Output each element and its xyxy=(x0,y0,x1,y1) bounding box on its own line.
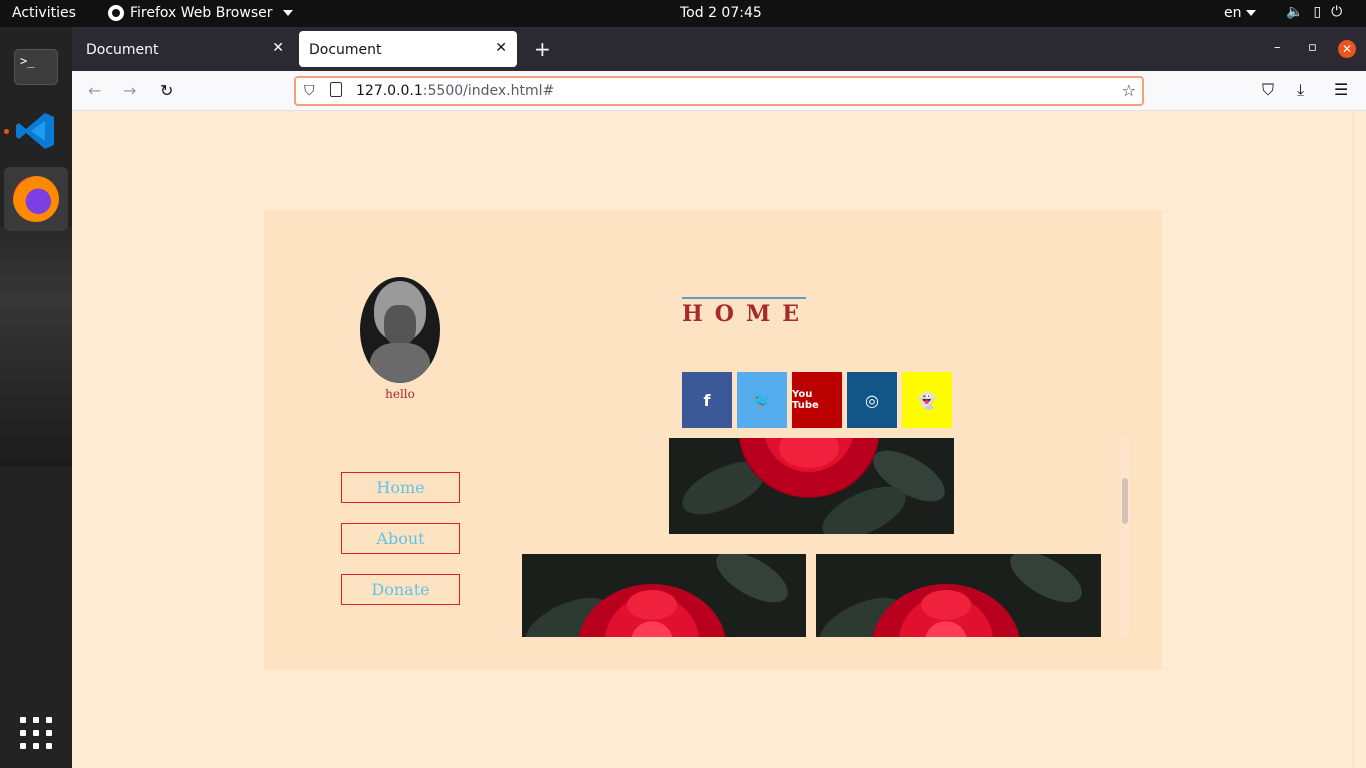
firefox-small-icon xyxy=(108,5,124,21)
dock-firefox[interactable] xyxy=(4,167,68,231)
browser-window: Document ✕ Document ✕ + – ▫ ✕ ← → ↻ ⛉ 12… xyxy=(72,27,1366,768)
system-top-bar: Activities Firefox Web Browser Tod 2 07:… xyxy=(0,0,1366,27)
facebook-icon[interactable]: f xyxy=(682,372,732,428)
scrollbar-thumb[interactable] xyxy=(1122,478,1128,524)
image-gallery[interactable] xyxy=(522,438,1129,637)
forward-button[interactable]: → xyxy=(123,81,136,100)
system-tray[interactable]: 🔈 ▯ ⏻ xyxy=(1286,4,1342,20)
url-bar[interactable]: ⛉ 127.0.0.1:5500/index.html# ☆ xyxy=(294,76,1144,106)
dock: >_ xyxy=(0,27,72,768)
close-icon[interactable]: ✕ xyxy=(495,40,507,56)
profile-caption: hello xyxy=(385,387,415,401)
page-icon[interactable] xyxy=(330,82,342,97)
snapchat-icon[interactable]: 👻 xyxy=(902,372,952,428)
maximize-button[interactable]: ▫ xyxy=(1308,40,1317,55)
new-tab-button[interactable]: + xyxy=(534,37,551,61)
avatar-body xyxy=(370,343,430,383)
tab-document-1[interactable]: Document ✕ xyxy=(76,31,294,67)
dock-terminal[interactable]: >_ xyxy=(4,35,68,99)
nav-link-home[interactable]: Home xyxy=(341,472,460,503)
bookmark-star-icon[interactable]: ☆ xyxy=(1122,81,1136,100)
avatar-face xyxy=(384,305,416,345)
navigation-toolbar: ← → ↻ ⛉ 127.0.0.1:5500/index.html# ☆ ⛉ ⤓… xyxy=(72,71,1366,111)
nav-link-donate[interactable]: Donate xyxy=(341,574,460,605)
battery-icon: ▯ xyxy=(1313,4,1322,20)
show-apps-icon[interactable] xyxy=(20,717,52,749)
minimize-button[interactable]: – xyxy=(1274,40,1281,55)
rose-image xyxy=(522,554,806,637)
page-title: HOME xyxy=(682,297,806,327)
twitter-icon[interactable]: 🐦 xyxy=(737,372,787,428)
clock[interactable]: Tod 2 07:45 xyxy=(680,5,762,21)
tab-strip: Document ✕ Document ✕ + – ▫ ✕ xyxy=(72,27,1366,71)
content-card: hello Home About Donate HOME f 🐦 You Tub… xyxy=(264,210,1162,670)
terminal-icon: >_ xyxy=(14,49,58,85)
back-button[interactable]: ← xyxy=(88,81,101,100)
chevron-down-icon xyxy=(282,10,293,16)
page-viewport: hello Home About Donate HOME f 🐦 You Tub… xyxy=(72,111,1353,768)
reload-button[interactable]: ↻ xyxy=(160,81,173,100)
firefox-icon xyxy=(13,176,59,222)
activities-button[interactable]: Activities xyxy=(12,5,76,21)
instagram-icon[interactable]: ◎ xyxy=(847,372,897,428)
shield-icon[interactable]: ⛉ xyxy=(304,83,315,99)
rose-image xyxy=(669,438,954,534)
avatar xyxy=(360,277,440,383)
downloads-icon[interactable]: ⤓ xyxy=(1297,80,1304,100)
close-icon[interactable]: ✕ xyxy=(272,40,284,56)
app-menu-label: Firefox Web Browser xyxy=(130,5,273,21)
tab-label: Document xyxy=(309,42,382,58)
dock-vscode[interactable] xyxy=(4,99,68,163)
volume-icon: 🔈 xyxy=(1286,4,1304,20)
power-icon: ⏻ xyxy=(1331,4,1343,20)
language-label: en xyxy=(1224,5,1242,21)
url-path: :5500/index.html# xyxy=(422,83,555,99)
app-menu[interactable]: Firefox Web Browser xyxy=(108,5,293,21)
rose-image xyxy=(816,554,1101,637)
vscode-icon xyxy=(16,113,54,149)
tab-label: Document xyxy=(86,42,159,58)
window-close-button[interactable]: ✕ xyxy=(1338,40,1356,58)
nav-link-about[interactable]: About xyxy=(341,523,460,554)
language-indicator[interactable]: en xyxy=(1224,5,1256,21)
chevron-down-icon xyxy=(1245,10,1256,16)
tab-document-2[interactable]: Document ✕ xyxy=(299,31,517,67)
gallery-scrollbar[interactable] xyxy=(1121,438,1129,637)
url-host: 127.0.0.1 xyxy=(356,83,423,99)
pocket-icon[interactable]: ⛉ xyxy=(1262,80,1274,100)
wallpaper-strip xyxy=(0,227,72,467)
page-scrollbar[interactable] xyxy=(1353,111,1366,768)
youtube-icon[interactable]: You Tube xyxy=(792,372,842,428)
menu-icon[interactable]: ☰ xyxy=(1334,80,1348,99)
